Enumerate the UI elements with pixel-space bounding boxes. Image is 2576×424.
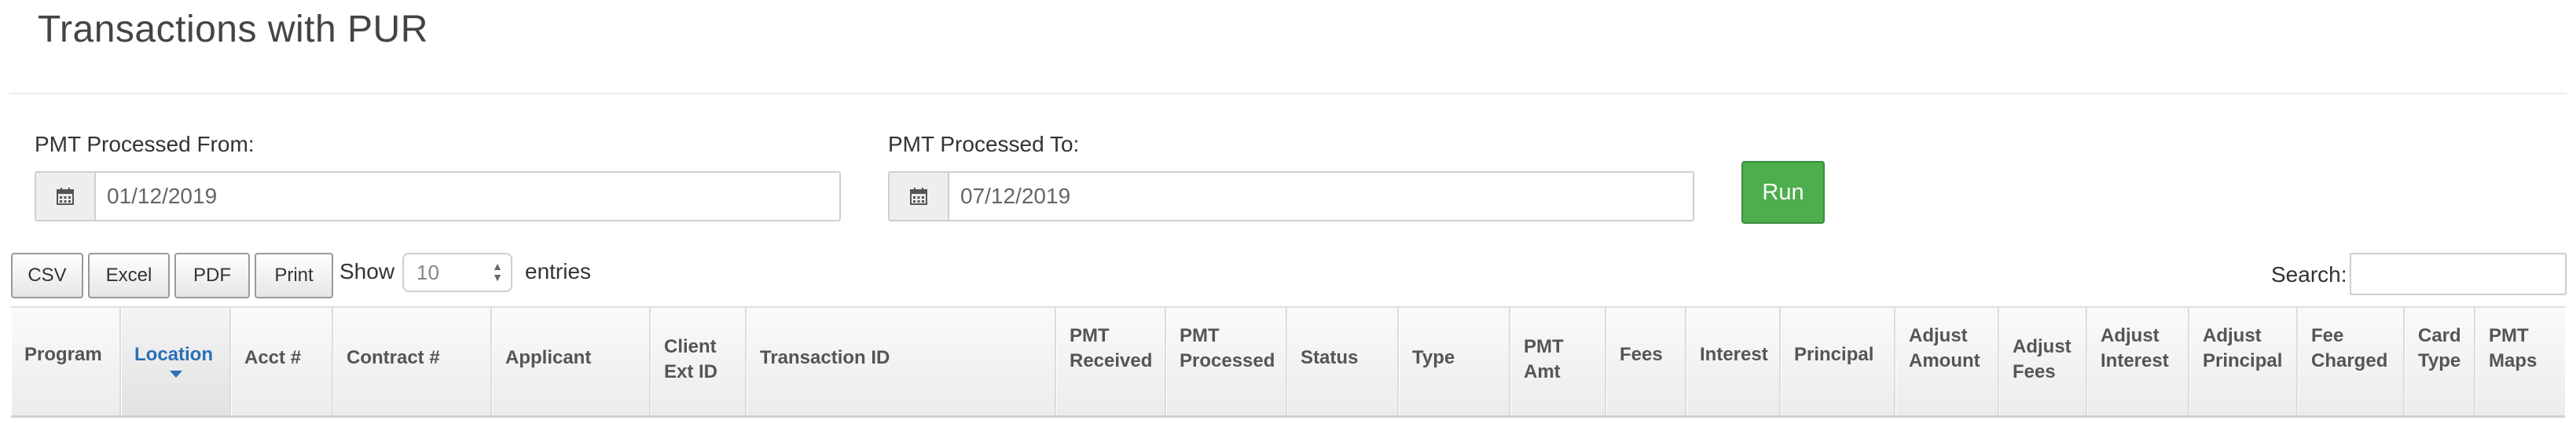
column-adjust-amount[interactable]: Adjust Amount: [1895, 308, 1999, 415]
calendar-icon: [57, 188, 74, 205]
run-button[interactable]: Run: [1741, 161, 1825, 224]
page-title: Transactions with PUR: [38, 9, 428, 50]
column-fee-charged[interactable]: Fee Charged: [2298, 308, 2405, 415]
sort-desc-icon: [169, 371, 182, 378]
title-divider: [9, 93, 2567, 94]
column-type[interactable]: Type: [1399, 308, 1510, 415]
column-adjust-interest[interactable]: Adjust Interest: [2087, 308, 2189, 415]
search-input[interactable]: [2350, 253, 2567, 295]
print-button[interactable]: Print: [255, 253, 333, 298]
pdf-button[interactable]: PDF: [174, 253, 250, 298]
column-pmt-maps[interactable]: PMT Maps: [2475, 308, 2565, 415]
calendar-icon: [910, 188, 927, 205]
from-date-addon[interactable]: [36, 173, 96, 220]
table-header-row: Program Location Acct # Contract # Appli…: [11, 306, 2565, 418]
csv-button[interactable]: CSV: [11, 253, 83, 298]
to-date-group: [888, 171, 1694, 221]
page-length-select[interactable]: 10 ▲ ▼: [402, 253, 512, 292]
column-location-label: Location: [134, 344, 213, 365]
column-location[interactable]: Location: [121, 308, 231, 415]
from-date-label: PMT Processed From:: [35, 132, 255, 156]
to-date-input[interactable]: [949, 173, 1693, 220]
to-date-addon[interactable]: [890, 173, 949, 220]
show-label: Show: [339, 259, 395, 283]
column-pmt-amt[interactable]: PMT Amt: [1510, 308, 1606, 415]
from-date-input[interactable]: [96, 173, 839, 220]
entries-label: entries: [525, 259, 592, 283]
column-acct[interactable]: Acct #: [231, 308, 333, 415]
column-pmt-received[interactable]: PMT Received: [1056, 308, 1166, 415]
column-fees[interactable]: Fees: [1606, 308, 1686, 415]
to-date-label: PMT Processed To:: [888, 132, 1080, 156]
search-label: Search:: [2271, 262, 2347, 287]
column-principal[interactable]: Principal: [1781, 308, 1895, 415]
column-client-ext-id[interactable]: Client Ext ID: [651, 308, 747, 415]
excel-button[interactable]: Excel: [88, 253, 170, 298]
column-card-type[interactable]: Card Type: [2405, 308, 2475, 415]
column-status[interactable]: Status: [1287, 308, 1399, 415]
column-contract[interactable]: Contract #: [333, 308, 492, 415]
select-arrows-icon: ▲ ▼: [492, 260, 503, 283]
column-applicant[interactable]: Applicant: [492, 308, 651, 415]
column-adjust-principal[interactable]: Adjust Principal: [2189, 308, 2298, 415]
column-pmt-processed[interactable]: PMT Processed: [1166, 308, 1287, 415]
page-length-value: 10: [416, 260, 439, 284]
from-date-group: [35, 171, 841, 221]
column-adjust-fees[interactable]: Adjust Fees: [1999, 308, 2087, 415]
column-program[interactable]: Program: [11, 308, 121, 415]
column-transaction-id[interactable]: Transaction ID: [747, 308, 1056, 415]
column-interest[interactable]: Interest: [1686, 308, 1781, 415]
